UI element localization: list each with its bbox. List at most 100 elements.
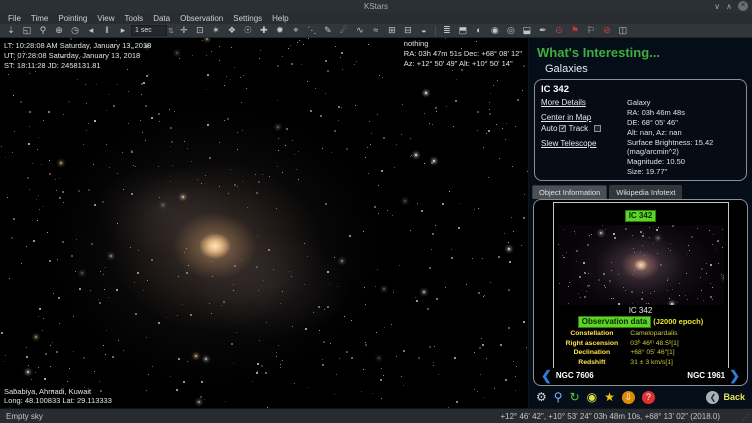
sidereal-time-line: ST: 18:11:28 JD: 2458131.81 [4, 61, 151, 71]
red-flag-icon[interactable]: ⚑ [567, 24, 583, 37]
crosshair-icon[interactable]: ✚ [256, 24, 272, 37]
reload-icon[interactable]: ↻ [570, 390, 580, 404]
observation-data-header: Observation data (J2000 epoch) [556, 316, 726, 328]
observation-table: ConstellationCamelopardalisRight ascensi… [556, 330, 726, 368]
prev-object-arrow-icon[interactable]: ❮ [541, 369, 552, 382]
visibility-eye-icon[interactable]: ◉ [587, 390, 597, 404]
horizon-icon[interactable]: ◒ [416, 24, 432, 37]
time-step-spinbox[interactable]: 1 sec [131, 25, 167, 36]
night-vision-icon[interactable]: ◐ [471, 24, 487, 37]
lock-display-icon[interactable]: ⬒ [455, 24, 471, 37]
obs-row-label: Right ascension [556, 340, 631, 349]
color-scheme-icon[interactable]: ✒ [535, 24, 551, 37]
observation-data-chip: Observation data [578, 316, 651, 328]
menu-settings[interactable]: Settings [228, 14, 267, 23]
auto-label: Auto [541, 124, 557, 133]
menu-time[interactable]: Time [26, 14, 53, 23]
local-time-line: LT: 10:28:08 AM Saturday, January 13, 20… [4, 41, 151, 51]
prev-object-label[interactable]: NGC 7606 [556, 371, 594, 380]
status-message: Empty sky [0, 412, 43, 421]
step-forward-icon[interactable]: ▸ [115, 24, 131, 37]
find-object-icon[interactable]: ◱ [19, 24, 35, 37]
maximize-button[interactable]: ∧ [726, 2, 732, 11]
satellites-icon[interactable]: ⌖ [288, 24, 304, 37]
object-summary-card: IC 342 More Details Center in Map Auto ✓… [534, 79, 747, 181]
whats-interesting-icon[interactable]: ◉ [487, 24, 503, 37]
auto-track-row: Auto ✓ Track [541, 124, 627, 133]
horizontal-grid-icon[interactable]: ⊟ [400, 24, 416, 37]
menu-file[interactable]: File [3, 14, 26, 23]
object-info-line: RA: 03h 46m 48s [627, 108, 740, 118]
wikipedia-infobox: IC 342 IC 342 Observation data (J2000 ep… [553, 202, 729, 368]
download-data-icon[interactable]: ⇣ [3, 24, 19, 37]
toolbar: ⇣◱⚲⊕◷◂‖▸1 sec⇅✛⊡✶❖☉✚✹⌖⋱✎☄∿≈⊞⊟◒ ≣⬒◐◉◎⬓✒⊙⚑⚐… [0, 24, 752, 38]
back-arrow-icon[interactable]: ❮ [706, 391, 719, 404]
milky-way-icon[interactable]: ≈ [368, 24, 384, 37]
stars-icon[interactable]: ✶ [208, 24, 224, 37]
settings-icon[interactable]: ⚙ [536, 390, 547, 404]
telescope-target-icon[interactable]: ◎ [503, 24, 519, 37]
download-icon[interactable]: ⇩ [622, 391, 635, 404]
center-target-icon[interactable]: ⊙ [551, 24, 567, 37]
time-step-arrows-icon[interactable]: ⇅ [168, 27, 174, 35]
auto-checkbox[interactable]: ✓ [559, 125, 566, 132]
object-nav-row: ❮ NGC 7606 NGC 1961 ❯ [534, 368, 747, 385]
back-button[interactable]: ❮ Back [706, 391, 745, 404]
info-tabs: Object Information Wikipedia Infotext [529, 183, 752, 199]
universal-time-line: UT: 07:28:08 Saturday, January 13, 2018 [4, 51, 151, 61]
menu-help[interactable]: Help [267, 14, 293, 23]
menu-tools[interactable]: Tools [120, 14, 149, 23]
favorite-star-icon[interactable]: ★ [604, 390, 615, 404]
deep-sky-objects-icon[interactable]: ❖ [224, 24, 240, 37]
close-button[interactable]: ✕ [738, 1, 748, 11]
tab-wikipedia-infotext[interactable]: Wikipedia Infotext [609, 185, 682, 199]
constellation-names-icon[interactable]: ✎ [320, 24, 336, 37]
wikipedia-infotext-view[interactable]: IC 342 IC 342 Observation data (J2000 ep… [534, 200, 747, 368]
sidebar-views-icon[interactable]: ≣ [439, 24, 455, 37]
lock-frame-icon[interactable]: ⬓ [519, 24, 535, 37]
more-details-link[interactable]: More Details [541, 98, 627, 107]
menu-data[interactable]: Data [148, 14, 175, 23]
zoom-find-icon[interactable]: ⚲ [35, 24, 51, 37]
panel-title: What's Interesting... [529, 38, 752, 61]
slew-telescope-link[interactable]: Slew Telescope [541, 139, 627, 148]
sky-map[interactable]: LT: 10:28:08 AM Saturday, January 13, 20… [0, 38, 528, 408]
constellation-art-icon[interactable]: ☄ [336, 24, 352, 37]
zoom-default-icon[interactable]: ✛ [176, 24, 192, 37]
menu-view[interactable]: View [92, 14, 119, 23]
minimize-button[interactable]: ∨ [714, 2, 720, 11]
disable-icon[interactable]: ⊘ [599, 24, 615, 37]
focus-radec-line: RA: 03h 47m 51s Dec: +68° 08' 12" [404, 49, 522, 59]
location-overlay: Sababiya, Ahmadi, Kuwait Long: 48.100833… [4, 387, 112, 407]
flag-icon[interactable]: ⚐ [583, 24, 599, 37]
stop-clock-icon[interactable]: ‖ [99, 24, 115, 37]
constellation-lines-icon[interactable]: ⋱ [304, 24, 320, 37]
constellation-boundaries-icon[interactable]: ∿ [352, 24, 368, 37]
planets-icon[interactable]: ☉ [240, 24, 256, 37]
status-bar: Empty sky +12° 46' 42", +10° 53' 24" 03h… [0, 408, 752, 423]
supernovae-icon[interactable]: ✹ [272, 24, 288, 37]
set-time-icon[interactable]: ◷ [67, 24, 83, 37]
next-object-arrow-icon[interactable]: ❯ [729, 369, 740, 382]
geographic-icon[interactable]: ⊕ [51, 24, 67, 37]
tab-object-information[interactable]: Object Information [532, 185, 607, 199]
resize-grip-icon[interactable]: ⋰ [742, 413, 750, 422]
next-object-label[interactable]: NGC 1961 [687, 371, 725, 380]
track-checkbox[interactable] [594, 125, 601, 132]
slider-icon[interactable]: ◫ [615, 24, 631, 37]
titlebar[interactable]: KStars ∨ ∧ ✕ [0, 0, 752, 13]
menu-pointing[interactable]: Pointing [53, 14, 92, 23]
center-in-map-link[interactable]: Center in Map [541, 113, 627, 122]
starfield [0, 38, 528, 408]
step-backward-icon[interactable]: ◂ [83, 24, 99, 37]
window-controls: ∨ ∧ ✕ [714, 1, 748, 11]
menubar: FileTimePointingViewToolsDataObservation… [0, 13, 752, 24]
equatorial-grid-icon[interactable]: ⊞ [384, 24, 400, 37]
obs-row-value: +68° 05′ 46″[1] [630, 349, 725, 358]
menu-observation[interactable]: Observation [175, 14, 228, 23]
infobox-title-chip: IC 342 [625, 210, 657, 222]
object-info-line: Size: 19.77" [627, 167, 740, 177]
help-icon[interactable]: ? [642, 391, 655, 404]
object-details-icon[interactable]: ⚲ [554, 390, 563, 404]
fov-symbol-icon[interactable]: ⊡ [192, 24, 208, 37]
